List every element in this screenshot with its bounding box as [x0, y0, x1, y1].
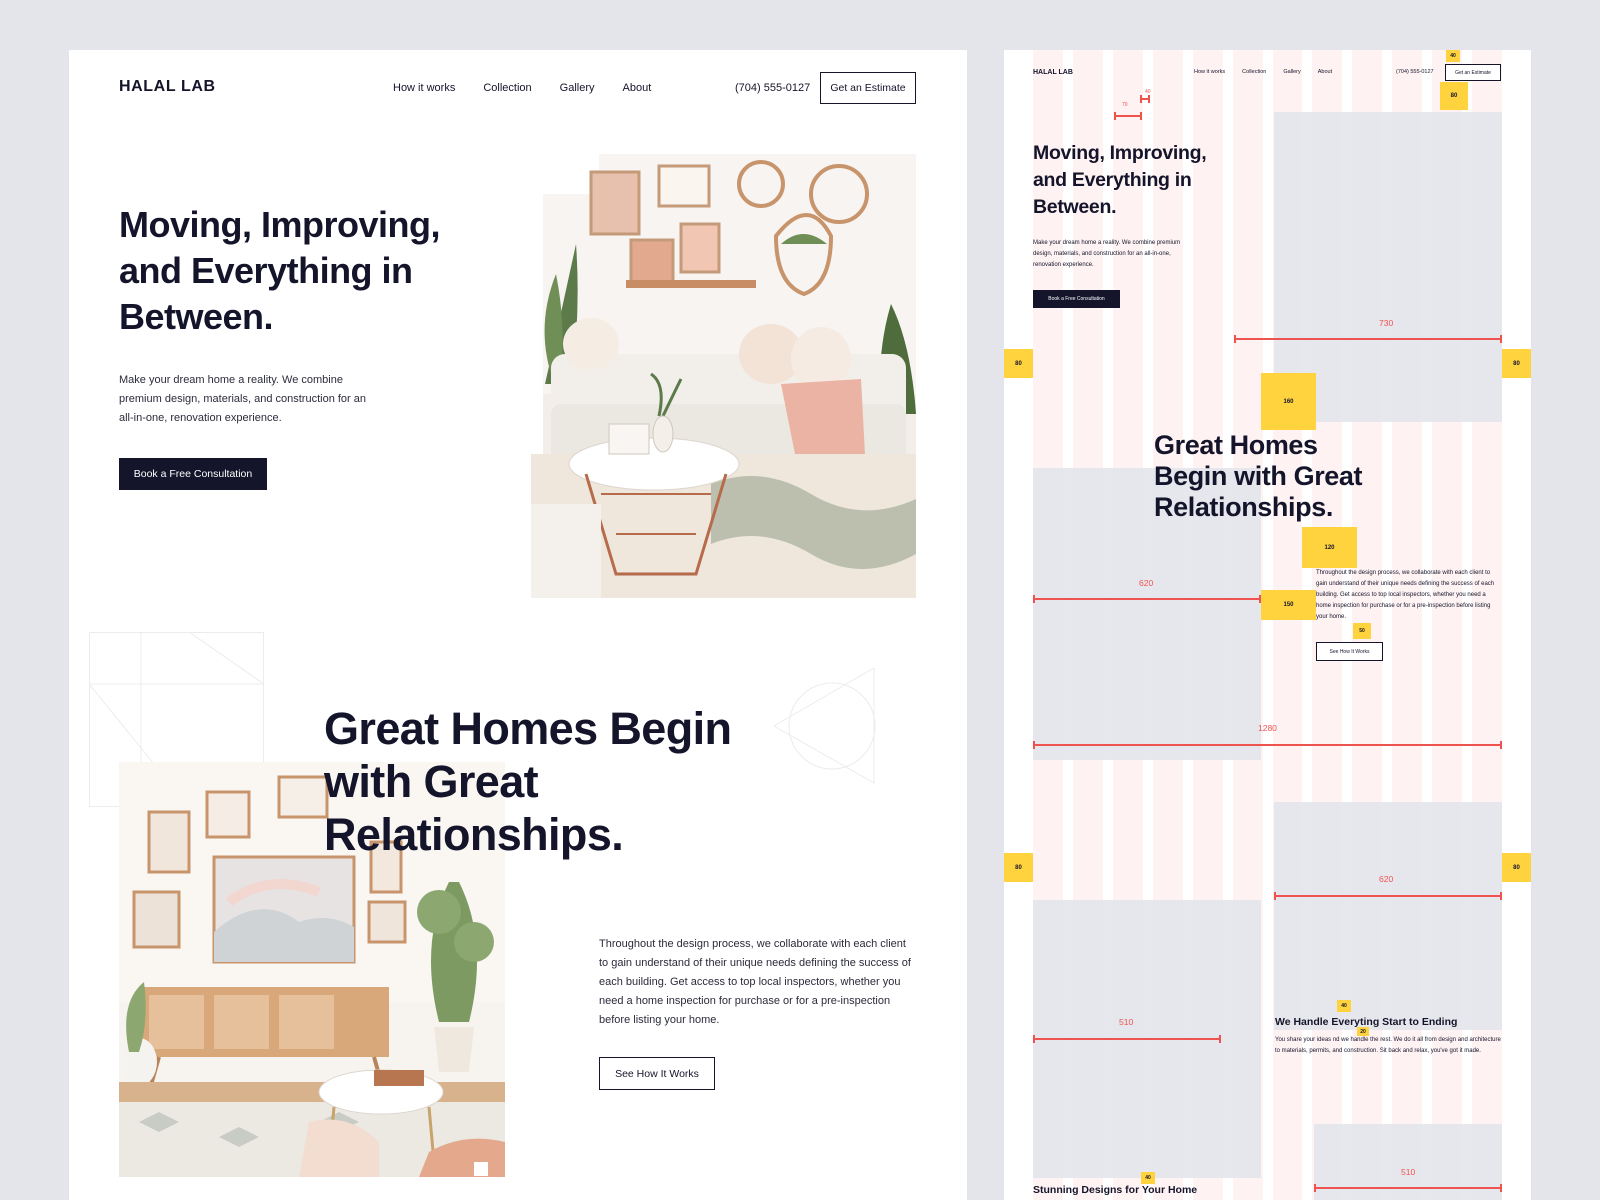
- measure-label: 1280: [1258, 723, 1277, 733]
- nav-menu: How it works Collection Gallery About: [393, 82, 651, 94]
- measure-line: [1234, 335, 1502, 343]
- see-how-it-works-button[interactable]: See How It Works: [599, 1057, 715, 1090]
- living-room-photo: [531, 154, 916, 598]
- spacing-marker: 80: [1502, 349, 1531, 378]
- logo[interactable]: HALAL LAB: [119, 78, 216, 96]
- spec-nav-item-collection: Collection: [1242, 69, 1267, 75]
- spec-nav-menu: How it works Collection Gallery About: [1194, 69, 1332, 75]
- gap-marker-label: 70: [1122, 102, 1128, 108]
- spacing-marker: 150: [1261, 590, 1316, 620]
- spacing-marker: 20: [1357, 1027, 1369, 1036]
- spec-section4-title: Stunning Designs for Your Home: [1033, 1184, 1198, 1196]
- spec-nav-item-about: About: [1317, 69, 1333, 75]
- get-estimate-button[interactable]: Get an Estimate: [820, 72, 916, 104]
- layout-grid-spec: HALAL LAB How it works Collection Galler…: [1004, 50, 1531, 1200]
- spacing-marker: 160: [1261, 373, 1316, 430]
- spacing-marker: 50: [1353, 623, 1371, 639]
- spacing-marker: 80: [1502, 853, 1531, 882]
- landing-page-preview: HALAL LAB How it works Collection Galler…: [69, 50, 967, 1200]
- spec-logo: HALAL LAB: [1033, 69, 1073, 76]
- hero-description: Make your dream home a reality. We combi…: [119, 374, 367, 424]
- spec-hero-button: Book a Free Consultation: [1033, 290, 1120, 308]
- gap-marker: [1140, 95, 1150, 103]
- gap-marker-label: 40: [1145, 89, 1151, 95]
- phone-number[interactable]: (704) 555-0127: [735, 82, 810, 94]
- book-consultation-button[interactable]: Book a Free Consultation: [119, 458, 267, 490]
- measure-line: [1314, 1184, 1502, 1192]
- nav-item-about[interactable]: About: [623, 82, 652, 94]
- measure-label: 730: [1379, 318, 1394, 328]
- section-title-relationships: Great Homes Begin with Great Relationshi…: [324, 703, 732, 860]
- measure-line: [1033, 741, 1502, 749]
- hero-title: Moving, Improving, and Everything in Bet…: [119, 204, 441, 337]
- nav-item-collection[interactable]: Collection: [483, 82, 531, 94]
- spec-hero-text: Make your dream home a reality. We combi…: [1033, 240, 1181, 268]
- nav-item-gallery[interactable]: Gallery: [560, 82, 595, 94]
- measure-label: 620: [1139, 578, 1154, 588]
- gap-marker: [1114, 112, 1142, 120]
- spec-section2-title: Great Homes Begin with Great Relationshi…: [1154, 430, 1363, 522]
- spec-section2-text: Throughout the design process, we collab…: [1316, 570, 1495, 620]
- spacing-marker: 120: [1302, 527, 1357, 568]
- spec-hero-title: Moving, Improving, and Everything in Bet…: [1033, 142, 1207, 218]
- spacing-marker: 40: [1446, 50, 1460, 62]
- spacing-marker: 80: [1440, 82, 1468, 110]
- spec-section2-button: See How It Works: [1316, 642, 1383, 661]
- spacing-marker: 80: [1004, 853, 1033, 882]
- spec-nav-item-gallery: Gallery: [1283, 69, 1301, 75]
- measure-line: [1033, 1035, 1221, 1043]
- spec-section3-text: You share your ideas nd we handle the re…: [1275, 1037, 1501, 1054]
- spacing-marker: 40: [1141, 1172, 1155, 1184]
- spacing-marker: 40: [1337, 1000, 1351, 1012]
- spec-estimate-button: Get an Estimate: [1445, 64, 1501, 81]
- geometric-decoration-right: [774, 668, 876, 784]
- spec-nav-item-how-it-works: How it works: [1194, 69, 1226, 75]
- top-navigation: HALAL LAB How it works Collection Galler…: [69, 50, 967, 130]
- image-placeholder-section3-right: [1274, 802, 1502, 1030]
- measure-label: 510: [1401, 1167, 1416, 1177]
- nav-item-how-it-works[interactable]: How it works: [393, 82, 455, 94]
- section-description: Throughout the design process, we collab…: [599, 938, 911, 1026]
- measure-line: [1274, 892, 1502, 900]
- spacing-marker: 80: [1004, 349, 1033, 378]
- spec-phone: (704) 555-0127: [1396, 69, 1434, 75]
- measure-line: [1033, 595, 1261, 603]
- measure-label: 510: [1119, 1017, 1134, 1027]
- measure-label: 620: [1379, 874, 1394, 884]
